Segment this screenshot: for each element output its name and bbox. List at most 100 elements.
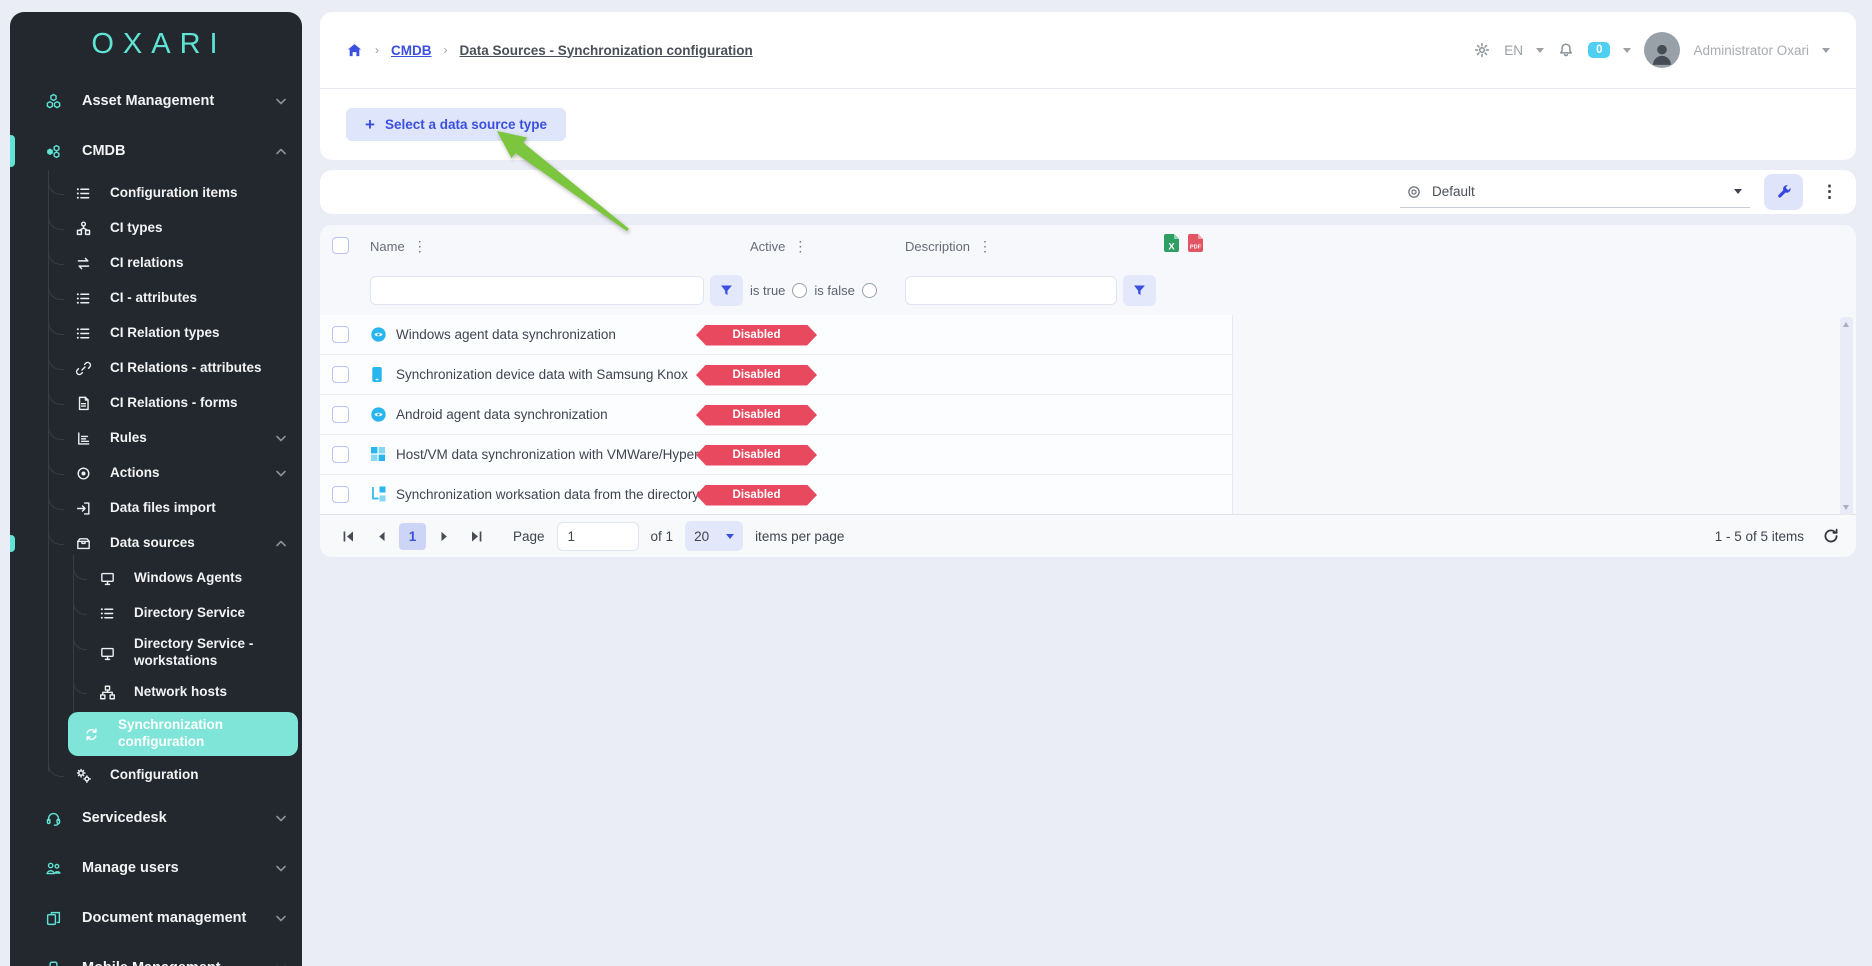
notification-count-badge[interactable]: 0 xyxy=(1588,42,1610,58)
column-header-description[interactable]: Description ⋮ xyxy=(905,238,992,255)
sidebar-item-configuration[interactable]: Configuration xyxy=(10,758,302,793)
table-row: Windows agent data synchronization Disab… xyxy=(320,315,1233,355)
filter-row: is true is false xyxy=(320,267,1856,315)
eye-icon xyxy=(370,326,387,343)
sidebar-item-servicedesk[interactable]: Servicedesk xyxy=(10,793,302,843)
page-size-select[interactable]: 20 xyxy=(685,521,743,551)
sidebar: OXARI Asset Management CMDB Configuratio… xyxy=(10,12,302,966)
user-name[interactable]: Administrator Oxari xyxy=(1693,43,1809,58)
home-icon[interactable] xyxy=(346,42,363,59)
is-false-label: is false xyxy=(814,283,854,298)
pdf-export-icon[interactable]: PDF xyxy=(1187,234,1204,254)
status-badge: Disabled xyxy=(696,365,817,386)
select-data-source-type-button[interactable]: + Select a data source type xyxy=(346,108,566,141)
description-filter-funnel-button[interactable] xyxy=(1123,275,1156,306)
sidebar-item-cmdb[interactable]: CMDB xyxy=(10,126,302,176)
column-menu-icon[interactable]: ⋮ xyxy=(413,238,427,255)
is-true-radio[interactable] xyxy=(792,283,807,298)
column-header-active[interactable]: Active ⋮ xyxy=(750,238,807,255)
is-false-radio[interactable] xyxy=(862,283,877,298)
row-checkbox[interactable] xyxy=(332,486,349,503)
view-selector-dropdown[interactable]: Default xyxy=(1400,177,1750,208)
active-section-indicator xyxy=(10,535,15,552)
list-icon xyxy=(72,325,94,342)
status-badge: Disabled xyxy=(696,325,817,346)
grid-toolbar: Default ⋮ xyxy=(320,170,1856,214)
vertical-scrollbar[interactable] xyxy=(1840,317,1853,515)
name-filter-funnel-button[interactable] xyxy=(710,275,743,306)
column-menu-icon[interactable]: ⋮ xyxy=(793,238,807,255)
chart-icon xyxy=(72,430,94,447)
sync-icon xyxy=(80,726,102,743)
pagination-bar: 1 Page of 1 20 items per page 1 - 5 of 5… xyxy=(320,514,1856,557)
page-number-input[interactable] xyxy=(557,522,639,551)
chevron-down-icon[interactable] xyxy=(1536,48,1544,53)
column-menu-icon[interactable]: ⋮ xyxy=(978,238,992,255)
chevron-down-icon[interactable] xyxy=(1822,48,1830,53)
excel-export-icon[interactable]: X xyxy=(1163,234,1180,254)
grid-icon xyxy=(370,446,386,462)
row-checkbox[interactable] xyxy=(332,406,349,423)
funnel-icon xyxy=(1132,283,1147,298)
row-checkbox[interactable] xyxy=(332,446,349,463)
column-header-name[interactable]: Name ⋮ xyxy=(370,238,427,255)
toolbar-kebab-menu-button[interactable]: ⋮ xyxy=(1817,182,1842,202)
row-name: Synchronization device data with Samsung… xyxy=(396,367,688,382)
row-checkbox[interactable] xyxy=(332,326,349,343)
gear-icon[interactable] xyxy=(1473,41,1491,59)
table-body: Windows agent data synchronization Disab… xyxy=(320,315,1856,515)
scroll-up-icon[interactable] xyxy=(1843,322,1849,327)
documents-icon xyxy=(40,910,66,927)
page-label: Page xyxy=(513,529,545,544)
table-row: Host/VM data synchronization with VMWare… xyxy=(320,435,1233,475)
first-page-button[interactable] xyxy=(336,524,360,548)
table-row: Synchronization device data with Samsung… xyxy=(320,355,1233,395)
avatar[interactable] xyxy=(1644,32,1680,68)
monitor-icon xyxy=(96,570,118,587)
import-icon xyxy=(72,500,94,517)
sidebar-item-document-management[interactable]: Document management xyxy=(10,893,302,943)
description-filter-input[interactable] xyxy=(905,276,1117,305)
breadcrumb-separator-icon: › xyxy=(375,43,379,57)
row-checkbox[interactable] xyxy=(332,366,349,383)
sidebar-item-manage-users[interactable]: Manage users xyxy=(10,843,302,893)
chevron-down-icon xyxy=(276,98,286,105)
bell-icon[interactable] xyxy=(1557,41,1575,59)
sidebar-item-mobile-management[interactable]: Mobile Management xyxy=(10,943,302,966)
sidebar-item-synchronization-configuration[interactable]: Synchronization configuration xyxy=(68,712,298,756)
status-badge: Disabled xyxy=(696,405,817,426)
page-number-button[interactable]: 1 xyxy=(399,523,426,550)
breadcrumb-link-cmdb[interactable]: CMDB xyxy=(391,43,432,58)
refresh-icon[interactable] xyxy=(1822,527,1840,545)
status-badge: Disabled xyxy=(696,485,817,506)
mobile-icon xyxy=(40,960,66,966)
app-root: OXARI Asset Management CMDB Configuratio… xyxy=(0,0,1872,966)
items-range-label: 1 - 5 of 5 items xyxy=(1715,529,1804,544)
app-logo: OXARI xyxy=(10,12,302,76)
status-badge: Disabled xyxy=(696,445,817,466)
phone-icon xyxy=(370,366,384,383)
grid-settings-wrench-button[interactable] xyxy=(1764,174,1803,210)
sidebar-item-directory-service-workstations[interactable]: Directory Service - workstations xyxy=(10,631,302,675)
table-row: Android agent data synchronization Disab… xyxy=(320,395,1233,435)
chevron-down-icon xyxy=(726,534,734,539)
breadcrumb-current[interactable]: Data Sources - Synchronization configura… xyxy=(460,43,753,58)
chevron-down-icon[interactable] xyxy=(1623,48,1631,53)
previous-page-button[interactable] xyxy=(369,524,393,548)
relations-icon xyxy=(72,255,94,272)
language-selector[interactable]: EN xyxy=(1504,43,1523,58)
plus-icon: + xyxy=(365,116,375,133)
breadcrumb-separator-icon: › xyxy=(444,43,448,57)
scroll-down-icon[interactable] xyxy=(1843,505,1849,510)
table-row: Synchronization worksation data from the… xyxy=(320,475,1233,515)
sidebar-item-network-hosts[interactable]: Network hosts xyxy=(10,675,302,710)
next-page-button[interactable] xyxy=(432,524,456,548)
sidebar-item-asset-management[interactable]: Asset Management xyxy=(10,76,302,126)
select-all-checkbox[interactable] xyxy=(332,237,349,254)
sidebar-item-windows-agents[interactable]: Windows Agents xyxy=(10,561,302,596)
sidebar-item-data-sources[interactable]: Data sources xyxy=(10,526,302,561)
name-filter-input[interactable] xyxy=(370,276,704,305)
sidebar-item-directory-service[interactable]: Directory Service xyxy=(10,596,302,631)
page-count-label: of 1 xyxy=(651,529,674,544)
last-page-button[interactable] xyxy=(465,524,489,548)
